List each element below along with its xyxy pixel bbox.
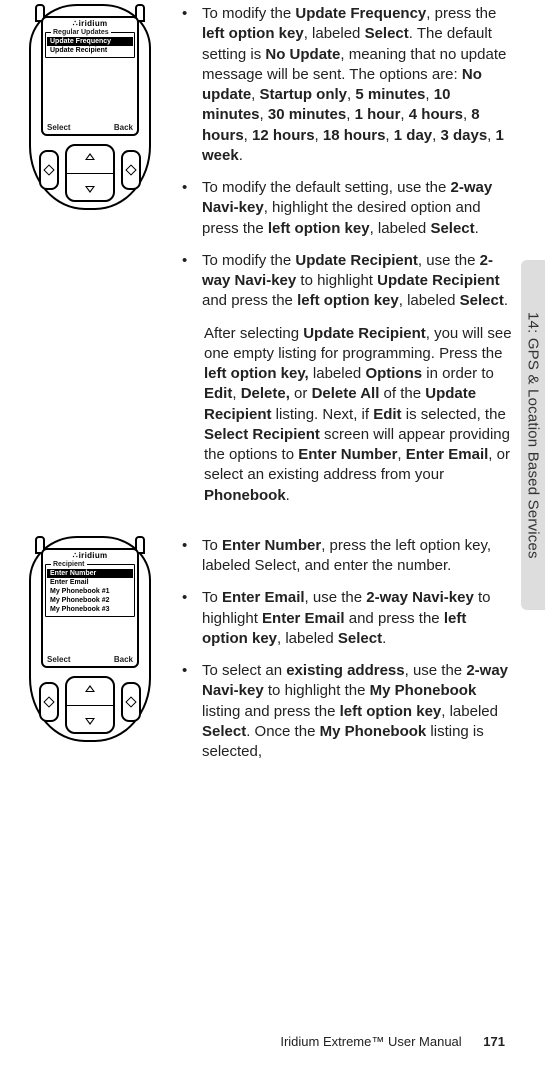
- screen-menu-title: Regular Updates: [51, 29, 111, 36]
- right-option-key[interactable]: [121, 682, 141, 722]
- bullet-icon: [182, 4, 192, 166]
- bullet-icon: [182, 588, 192, 649]
- menu-item-phonebook-3[interactable]: My Phonebook #3: [47, 605, 133, 614]
- phone-keypad: [39, 676, 141, 728]
- bullet-icon: [182, 251, 192, 312]
- menu-item-enter-email[interactable]: Enter Email: [47, 578, 133, 587]
- section-recipient: iridium Recipient Enter Number Enter Ema…: [10, 536, 515, 775]
- instruction-text-1: To modify the Update Frequency, press th…: [182, 4, 515, 518]
- nav-up-icon: [85, 153, 95, 160]
- menu-item-update-recipient[interactable]: Update Recipient: [47, 46, 133, 55]
- left-option-key[interactable]: [39, 682, 59, 722]
- phone-outline: iridium Regular Updates Update Frequency…: [29, 4, 151, 210]
- screen-menu: Regular Updates Update Frequency Update …: [45, 29, 135, 58]
- footer-title: Iridium Extreme™ User Manual: [280, 1034, 461, 1049]
- left-option-key[interactable]: [39, 150, 59, 190]
- bullet-icon: [182, 661, 192, 762]
- manual-page: 14: GPS & Location Based Services iridiu…: [0, 0, 545, 1071]
- phone-screen: iridium Recipient Enter Number Enter Ema…: [41, 548, 139, 668]
- nav-divider: [67, 705, 113, 706]
- navi-key[interactable]: [65, 676, 115, 734]
- bullet-enter-number: To Enter Number, press the left option k…: [182, 536, 515, 577]
- softkey-left[interactable]: Select: [47, 123, 71, 132]
- bullet-icon: [182, 178, 192, 239]
- nav-down-icon: [85, 718, 95, 725]
- right-option-key[interactable]: [121, 150, 141, 190]
- menu-item-phonebook-1[interactable]: My Phonebook #1: [47, 587, 133, 596]
- menu-item-enter-number[interactable]: Enter Number: [47, 569, 133, 578]
- screen-menu: Recipient Enter Number Enter Email My Ph…: [45, 561, 135, 617]
- softkey-left[interactable]: Select: [47, 655, 71, 664]
- chapter-tab: 14: GPS & Location Based Services: [521, 260, 545, 610]
- phone-keypad: [39, 144, 141, 196]
- screen-menu-title: Recipient: [51, 561, 87, 568]
- softkey-right[interactable]: Back: [114, 123, 133, 132]
- bullet-update-frequency: To modify the Update Frequency, press th…: [182, 4, 515, 166]
- phone-outline: iridium Recipient Enter Number Enter Ema…: [29, 536, 151, 742]
- nav-down-icon: [85, 186, 95, 193]
- navi-key[interactable]: [65, 144, 115, 202]
- nav-up-icon: [85, 685, 95, 692]
- menu-item-phonebook-2[interactable]: My Phonebook #2: [47, 596, 133, 605]
- page-footer: Iridium Extreme™ User Manual 171: [280, 1034, 505, 1049]
- menu-item-update-frequency[interactable]: Update Frequency: [47, 37, 133, 46]
- chapter-tab-label: 14: GPS & Location Based Services: [525, 312, 542, 559]
- bullet-enter-email: To Enter Email, use the 2-way Navi-key t…: [182, 588, 515, 649]
- device-illustration-2: iridium Recipient Enter Number Enter Ema…: [10, 536, 170, 775]
- page-number: 171: [483, 1034, 505, 1049]
- softkey-right[interactable]: Back: [114, 655, 133, 664]
- brand-label: iridium: [43, 550, 137, 560]
- bullet-modify-default: To modify the default setting, use the 2…: [182, 178, 515, 239]
- bullet-existing-address: To select an existing address, use the 2…: [182, 661, 515, 762]
- brand-label: iridium: [43, 18, 137, 28]
- nav-divider: [67, 173, 113, 174]
- bullet-icon: [182, 536, 192, 577]
- paragraph-after-recipient: After selecting Update Recipient, you wi…: [204, 324, 515, 506]
- phone-screen: iridium Regular Updates Update Frequency…: [41, 16, 139, 136]
- bullet-update-recipient: To modify the Update Recipient, use the …: [182, 251, 515, 312]
- device-illustration-1: iridium Regular Updates Update Frequency…: [10, 4, 170, 518]
- instruction-text-2: To Enter Number, press the left option k…: [182, 536, 515, 775]
- section-regular-updates: iridium Regular Updates Update Frequency…: [10, 0, 515, 518]
